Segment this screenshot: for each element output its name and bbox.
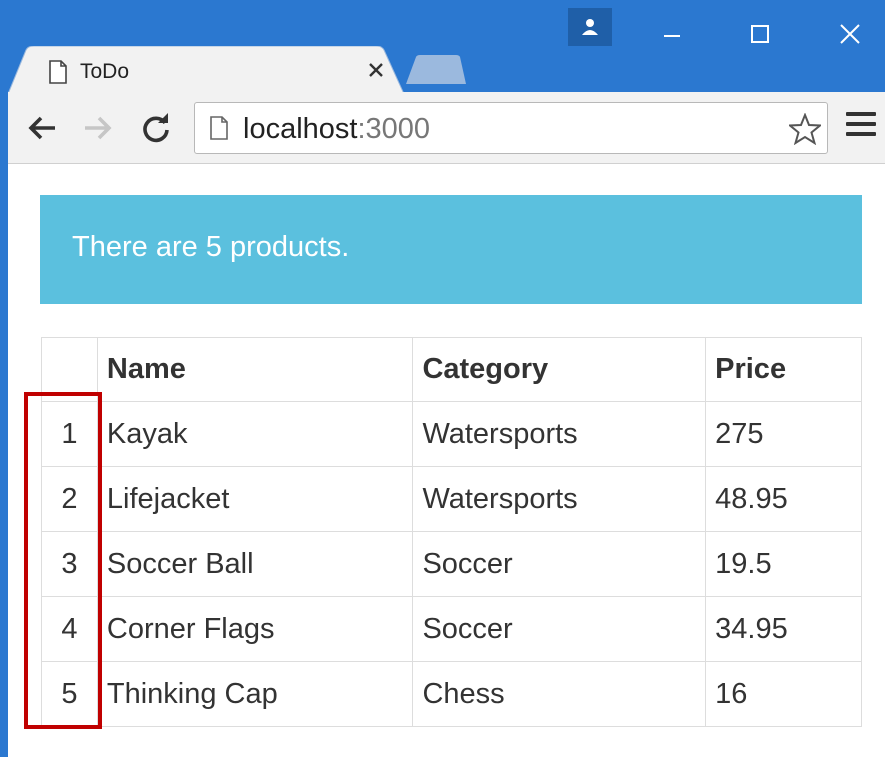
reload-icon xyxy=(143,113,169,143)
close-icon xyxy=(840,24,860,44)
minimize-icon xyxy=(664,35,680,37)
table-header-row: Name Category Price xyxy=(41,337,862,402)
url-text: localhost:3000 xyxy=(243,113,430,146)
window-frame-left xyxy=(0,92,8,757)
product-category: Watersports xyxy=(412,401,707,467)
product-category: Chess xyxy=(412,661,707,727)
table-row: 5 Thinking Cap Chess 16 xyxy=(41,661,862,727)
back-button[interactable] xyxy=(24,110,60,146)
forward-button[interactable] xyxy=(80,110,116,146)
address-bar[interactable]: localhost:3000 xyxy=(194,102,828,154)
reload-button[interactable] xyxy=(138,110,174,146)
table-row: 4 Corner Flags Soccer 34.95 xyxy=(41,596,862,662)
products-count-alert: There are 5 products. xyxy=(40,195,862,304)
product-price: 16 xyxy=(705,661,862,727)
minimize-button[interactable] xyxy=(652,14,692,54)
browser-toolbar: localhost:3000 xyxy=(8,92,885,164)
tab-close-button[interactable] xyxy=(362,56,390,84)
page-icon xyxy=(210,116,228,140)
menu-bar xyxy=(846,132,876,136)
product-price: 48.95 xyxy=(705,466,862,532)
product-category: Soccer xyxy=(412,531,707,597)
product-name: Thinking Cap xyxy=(96,661,414,727)
back-arrow-icon xyxy=(28,116,55,140)
product-name: Lifejacket xyxy=(96,466,414,532)
url-port: :3000 xyxy=(357,113,431,145)
header-price: Price xyxy=(705,337,862,402)
index-column-highlight xyxy=(24,392,102,729)
maximize-button[interactable] xyxy=(740,14,780,54)
product-price: 19.5 xyxy=(705,531,862,597)
maximize-icon xyxy=(751,25,769,43)
person-icon xyxy=(582,19,598,35)
document-icon xyxy=(49,60,67,84)
table-row: 1 Kayak Watersports 275 xyxy=(41,401,862,467)
menu-bar xyxy=(846,112,876,116)
table-row: 2 Lifejacket Watersports 48.95 xyxy=(41,466,862,532)
close-icon xyxy=(369,63,383,77)
table-row: 3 Soccer Ball Soccer 19.5 xyxy=(41,531,862,597)
window-close-button[interactable] xyxy=(830,14,870,54)
product-category: Watersports xyxy=(412,466,707,532)
product-name: Corner Flags xyxy=(96,596,414,662)
header-category: Category xyxy=(412,337,707,402)
forward-arrow-icon xyxy=(85,116,112,140)
header-name: Name xyxy=(96,337,414,402)
profile-button[interactable] xyxy=(568,8,612,46)
hamburger-menu-icon[interactable] xyxy=(846,112,876,144)
url-host: localhost xyxy=(243,113,358,145)
product-category: Soccer xyxy=(412,596,707,662)
star-icon[interactable] xyxy=(789,113,821,145)
products-table: Name Category Price 1 Kayak Watersports … xyxy=(41,337,862,727)
product-price: 275 xyxy=(705,401,862,467)
product-name: Soccer Ball xyxy=(96,531,414,597)
new-tab-button[interactable] xyxy=(404,54,468,86)
product-price: 34.95 xyxy=(705,596,862,662)
product-name: Kayak xyxy=(96,401,414,467)
alert-text: There are 5 products. xyxy=(72,231,350,263)
browser-tab[interactable]: ToDo xyxy=(8,46,406,94)
tab-title: ToDo xyxy=(80,60,130,83)
menu-bar xyxy=(846,122,876,126)
